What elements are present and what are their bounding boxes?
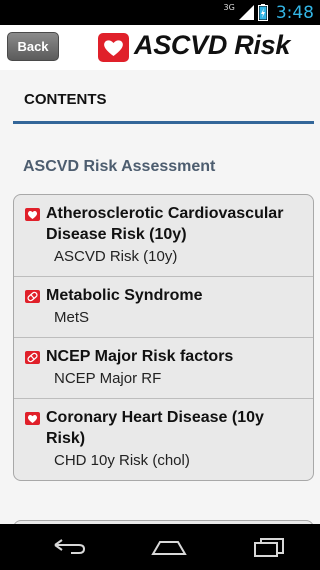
pill-icon [25,351,40,364]
signal-icon [238,5,254,20]
back-button[interactable]: Back [7,32,59,61]
status-bar: 3G 3:48 [0,0,320,25]
item-title: Metabolic Syndrome [46,287,203,304]
item-subtitle: NCEP Major RF [54,370,162,387]
title-divider [13,121,314,124]
heart-logo-icon [98,33,129,62]
item-subtitle: ASCVD Risk (10y) [54,248,178,265]
app-header: Back ASCVD Risk [0,25,320,70]
home-nav-button[interactable] [144,532,194,562]
app-title: ASCVD Risk [134,30,291,60]
heart-icon [25,412,40,425]
item-subtitle: CHD 10y Risk (chol) [54,452,190,469]
group-header: ASCVD Risk Assessment [23,158,216,175]
item-subtitle: MetS [54,309,90,326]
list-item-metabolic-syndrome[interactable]: Metabolic Syndrome MetS [14,276,313,337]
home-icon [151,541,187,555]
list-item-coronary-heart-disease[interactable]: Coronary Heart Disease (10y Risk) CHD 10… [14,398,313,480]
item-title: Atherosclerotic Cardiovascular Disease R… [46,205,284,243]
item-title: NCEP Major Risk factors [46,348,234,365]
navigation-bar [0,524,320,570]
status-time: 3:48 [275,2,314,23]
list-item-ascvd-risk[interactable]: Atherosclerotic Cardiovascular Disease R… [14,195,313,276]
pill-icon [25,290,40,303]
recent-apps-nav-button[interactable] [244,532,294,562]
network-type: 3G [223,2,235,12]
heart-icon [25,208,40,221]
calculator-list: Atherosclerotic Cardiovascular Disease R… [13,194,314,481]
battery-icon [257,4,268,21]
item-title: Coronary Heart Disease (10y Risk) [46,409,264,447]
back-nav-button[interactable] [44,532,94,562]
recent-apps-icon [254,538,284,557]
contents-title: CONTENTS [24,91,107,108]
back-arrow-icon [54,539,86,554]
list-item-ncep-risk-factors[interactable]: NCEP Major Risk factors NCEP Major RF [14,337,313,398]
